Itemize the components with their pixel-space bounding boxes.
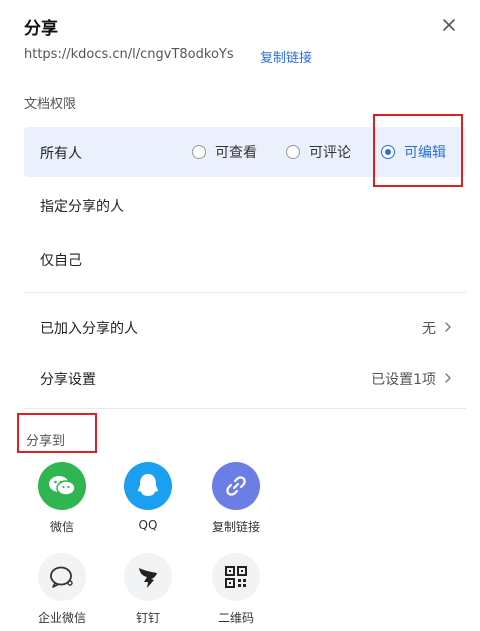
share-dingtalk-label: 钉钉 xyxy=(135,611,160,625)
close-icon[interactable] xyxy=(438,14,460,36)
divider xyxy=(24,292,466,293)
qq-icon[interactable] xyxy=(124,462,172,510)
chevron-right-icon xyxy=(445,373,451,383)
share-settings-value: 已设置1项 xyxy=(371,372,436,388)
copy-link-button[interactable]: 复制链接 xyxy=(260,47,312,66)
link-icon[interactable] xyxy=(212,462,260,510)
radio-comment-circle[interactable] xyxy=(286,145,300,159)
joined-people-row[interactable]: 已加入分享的人 无 xyxy=(24,305,466,349)
qrcode-icon[interactable] xyxy=(212,553,260,601)
share-url: https://kdocs.cn/l/cngvT8odkoYs xyxy=(24,47,234,62)
radio-view-circle[interactable] xyxy=(192,145,206,159)
divider xyxy=(24,408,466,409)
share-settings-label: 分享设置 xyxy=(40,372,96,388)
highlight-box-share-to xyxy=(17,413,97,453)
radio-comment-label: 可评论 xyxy=(309,145,351,161)
permission-specified-label: 指定分享的人 xyxy=(40,199,124,215)
wechat-icon[interactable] xyxy=(38,462,86,510)
radio-comment[interactable]: 可评论 xyxy=(286,142,351,162)
share-qrcode-label: 二维码 xyxy=(217,611,254,625)
share-settings-row[interactable]: 分享设置 已设置1项 xyxy=(24,356,466,400)
share-qq[interactable]: QQ xyxy=(113,462,183,532)
wecom-icon[interactable] xyxy=(38,553,86,601)
permission-self-label: 仅自己 xyxy=(40,253,82,269)
joined-people-value: 无 xyxy=(422,321,436,337)
permission-everyone-label: 所有人 xyxy=(40,146,82,162)
share-dingtalk[interactable]: 钉钉 xyxy=(113,553,183,626)
radio-view[interactable]: 可查看 xyxy=(192,142,257,162)
permission-row-specified[interactable]: 指定分享的人 xyxy=(24,180,466,230)
share-qrcode[interactable]: 二维码 xyxy=(201,553,271,626)
share-wecom-label: 企业微信 xyxy=(37,611,86,625)
highlight-box-edit xyxy=(373,114,463,187)
share-copy-link-label: 复制链接 xyxy=(211,520,260,534)
chevron-right-icon xyxy=(445,322,451,332)
dingtalk-icon[interactable] xyxy=(124,553,172,601)
share-wecom[interactable]: 企业微信 xyxy=(27,553,97,626)
dialog-title: 分享 xyxy=(24,19,58,39)
permission-row-self[interactable]: 仅自己 xyxy=(24,234,466,284)
share-qq-label: QQ xyxy=(138,518,158,532)
share-wechat[interactable]: 微信 xyxy=(27,462,97,535)
radio-view-label: 可查看 xyxy=(215,145,257,161)
share-wechat-label: 微信 xyxy=(49,520,74,534)
share-copy-link[interactable]: 复制链接 xyxy=(201,462,271,535)
joined-people-label: 已加入分享的人 xyxy=(40,321,138,337)
permissions-section-label: 文档权限 xyxy=(24,97,77,112)
